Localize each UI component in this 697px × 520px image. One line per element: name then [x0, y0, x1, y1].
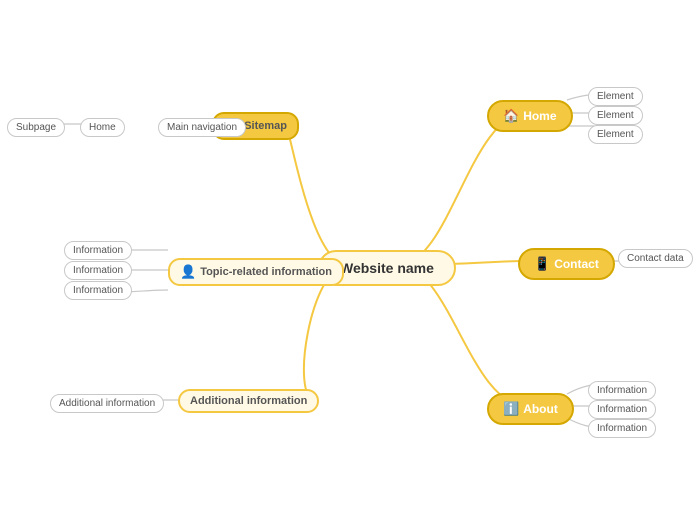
additional-node[interactable]: Additional information [178, 389, 319, 413]
home-element-3[interactable]: Element [588, 125, 643, 144]
home-label: Home [523, 109, 556, 123]
about-info-1[interactable]: Information [588, 381, 656, 400]
sitemap-label: Sitemap [244, 120, 287, 132]
home-element-1[interactable]: Element [588, 87, 643, 106]
about-icon: ℹ️ [503, 401, 519, 417]
about-info-2[interactable]: Information [588, 400, 656, 419]
center-label: Website name [340, 260, 434, 276]
home-icon: 🏠 [503, 108, 519, 124]
topic-info-3[interactable]: Information [64, 281, 132, 300]
additional-label: Additional information [190, 395, 307, 407]
home-node[interactable]: 🏠 Home [487, 100, 573, 132]
contact-icon: 📱 [534, 256, 550, 272]
main-nav-node[interactable]: Main navigation [158, 118, 246, 137]
contact-node[interactable]: 📱 Contact [518, 248, 615, 280]
about-node[interactable]: ℹ️ About [487, 393, 574, 425]
contact-data[interactable]: Contact data [618, 249, 693, 268]
topic-info-2[interactable]: Information [64, 261, 132, 280]
topic-icon: 👤 [180, 264, 196, 280]
topic-node[interactable]: 👤 Topic-related information [168, 258, 344, 286]
additional-sub[interactable]: Additional information [50, 394, 164, 413]
about-label: About [523, 402, 558, 416]
subpage-node[interactable]: Subpage [7, 118, 65, 137]
topic-label: Topic-related information [200, 266, 332, 278]
contact-label: Contact [554, 257, 599, 271]
about-info-3[interactable]: Information [588, 419, 656, 438]
home-chain-node[interactable]: Home [80, 118, 125, 137]
topic-info-1[interactable]: Information [64, 241, 132, 260]
home-element-2[interactable]: Element [588, 106, 643, 125]
